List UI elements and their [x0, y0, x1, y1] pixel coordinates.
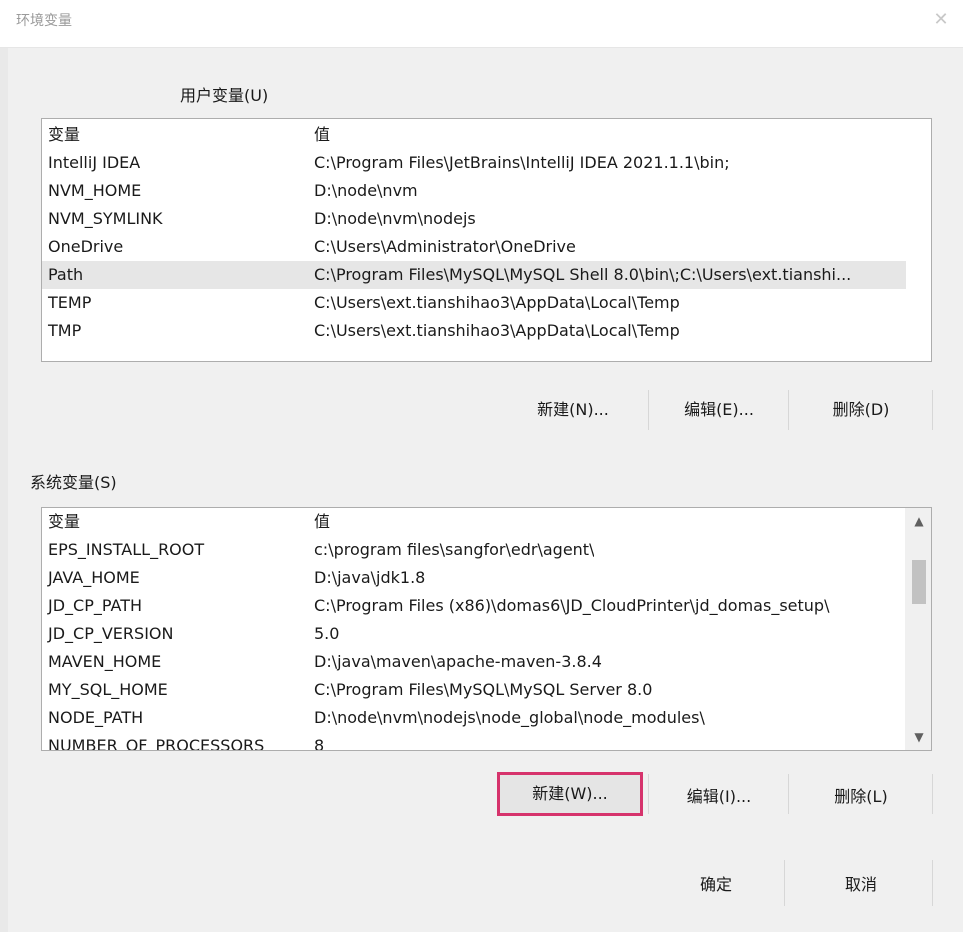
button-divider [788, 390, 789, 430]
scroll-down-icon[interactable]: ▼ [906, 726, 931, 748]
button-divider [648, 774, 649, 814]
vertical-scrollbar[interactable]: ▲ ▼ [905, 508, 931, 750]
variable-value: 8 [314, 736, 325, 751]
variable-name: TMP [48, 321, 82, 340]
variable-name: NUMBER_OF_PROCESSORS [48, 736, 265, 751]
variable-name: MAVEN_HOME [48, 652, 162, 671]
variable-name: JAVA_HOME [48, 568, 140, 587]
list-header: 变量 值 [42, 508, 906, 536]
list-item[interactable]: JD_CP_PATH C:\Program Files (x86)\domas6… [42, 592, 906, 620]
user-delete-button[interactable]: 删除(D) [804, 393, 918, 427]
system-delete-button[interactable]: 删除(L) [804, 780, 918, 814]
variable-name: MY_SQL_HOME [48, 680, 168, 699]
variable-value: c:\program files\sangfor\edr\agent\ [314, 540, 595, 559]
list-item-selected[interactable]: Path C:\Program Files\MySQL\MySQL Shell … [42, 261, 906, 289]
variable-value: D:\java\jdk1.8 [314, 568, 426, 587]
cancel-button[interactable]: 取消 [804, 868, 918, 902]
header-value[interactable]: 值 [314, 508, 330, 536]
window-title: 环境变量 [16, 13, 72, 29]
list-item[interactable]: JAVA_HOME D:\java\jdk1.8 [42, 564, 906, 592]
user-edit-button[interactable]: 编辑(E)... [662, 393, 776, 427]
close-icon[interactable]: ✕ [929, 8, 953, 32]
header-value[interactable]: 值 [314, 121, 330, 149]
button-divider [932, 390, 933, 430]
list-item[interactable]: TMP C:\Users\ext.tianshihao3\AppData\Loc… [42, 317, 931, 345]
variable-value: D:\node\nvm [314, 181, 418, 200]
variable-name: IntelliJ IDEA [48, 153, 141, 172]
variable-value: C:\Users\ext.tianshihao3\AppData\Local\T… [314, 321, 680, 340]
variable-name: EPS_INSTALL_ROOT [48, 540, 205, 559]
variable-value: C:\Users\Administrator\OneDrive [314, 237, 576, 256]
list-item[interactable]: MY_SQL_HOME C:\Program Files\MySQL\MySQL… [42, 676, 906, 704]
list-item[interactable]: OneDrive C:\Users\Administrator\OneDrive [42, 233, 931, 261]
system-variables-list[interactable]: 变量 值 EPS_INSTALL_ROOT c:\program files\s… [41, 507, 932, 751]
variable-name: JD_CP_VERSION [48, 624, 174, 643]
list-item[interactable]: MAVEN_HOME D:\java\maven\apache-maven-3.… [42, 648, 906, 676]
environment-variables-dialog: 用户变量(U) 变量 值 IntelliJ IDEA C:\Program Fi… [0, 48, 963, 932]
variable-value: D:\java\maven\apache-maven-3.8.4 [314, 652, 602, 671]
variable-name: OneDrive [48, 237, 124, 256]
header-variable[interactable]: 变量 [48, 508, 80, 536]
variable-name: NODE_PATH [48, 708, 144, 727]
list-item[interactable]: NVM_SYMLINK D:\node\nvm\nodejs [42, 205, 931, 233]
ok-button[interactable]: 确定 [660, 868, 772, 902]
scroll-up-icon[interactable]: ▲ [906, 510, 931, 532]
button-divider [932, 860, 933, 906]
variable-name: TEMP [48, 293, 92, 312]
scroll-thumb[interactable] [912, 560, 926, 604]
title-bar: 环境变量 ✕ [0, 0, 963, 48]
variable-name: Path [48, 265, 84, 284]
list-item[interactable]: NODE_PATH D:\node\nvm\nodejs\node_global… [42, 704, 906, 732]
button-divider [784, 860, 785, 906]
variable-value: C:\Program Files\MySQL\MySQL Server 8.0 [314, 680, 653, 699]
system-new-button[interactable]: 新建(W)... [497, 772, 643, 816]
variable-value: C:\Program Files\JetBrains\IntelliJ IDEA… [314, 153, 730, 172]
system-edit-button[interactable]: 编辑(I)... [662, 780, 776, 814]
list-header: 变量 值 [42, 121, 931, 149]
variable-value: 5.0 [314, 624, 340, 643]
user-new-button[interactable]: 新建(N)... [514, 393, 632, 427]
variable-value: D:\node\nvm\nodejs\node_global\node_modu… [314, 708, 705, 727]
user-variables-list[interactable]: 变量 值 IntelliJ IDEA C:\Program Files\JetB… [41, 118, 932, 362]
variable-name: NVM_HOME [48, 181, 142, 200]
list-item[interactable]: EPS_INSTALL_ROOT c:\program files\sangfo… [42, 536, 906, 564]
variable-name: NVM_SYMLINK [48, 209, 163, 228]
button-divider [788, 774, 789, 814]
button-divider [648, 390, 649, 430]
list-item[interactable]: NUMBER_OF_PROCESSORS 8 [42, 732, 906, 751]
list-item[interactable]: TEMP C:\Users\ext.tianshihao3\AppData\Lo… [42, 289, 931, 317]
button-divider [932, 774, 933, 814]
list-item[interactable]: JD_CP_VERSION 5.0 [42, 620, 906, 648]
variable-value: C:\Program Files\MySQL\MySQL Shell 8.0\b… [314, 265, 852, 284]
variable-value: C:\Users\ext.tianshihao3\AppData\Local\T… [314, 293, 680, 312]
system-variables-label: 系统变量(S) [30, 473, 117, 492]
list-item[interactable]: IntelliJ IDEA C:\Program Files\JetBrains… [42, 149, 931, 177]
header-variable[interactable]: 变量 [48, 121, 80, 149]
user-variables-label: 用户变量(U) [180, 86, 269, 105]
variable-value: C:\Program Files (x86)\domas6\JD_CloudPr… [314, 596, 830, 615]
variable-name: JD_CP_PATH [48, 596, 142, 615]
variable-value: D:\node\nvm\nodejs [314, 209, 476, 228]
list-item[interactable]: NVM_HOME D:\node\nvm [42, 177, 931, 205]
